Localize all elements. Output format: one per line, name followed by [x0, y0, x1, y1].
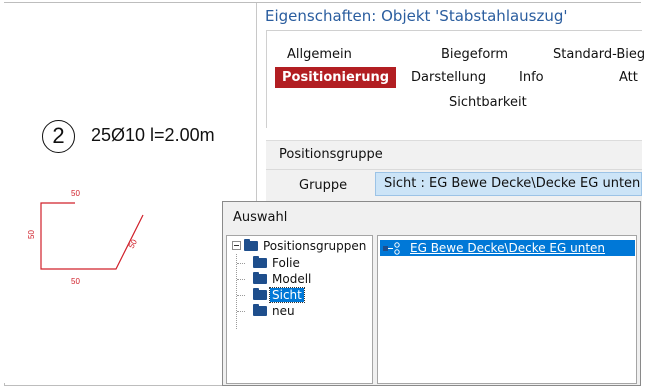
gruppe-label: Gruppe — [299, 178, 348, 193]
tree-connector — [237, 295, 245, 296]
tree-connector — [236, 254, 237, 329]
tab-allgemein[interactable]: Allgemein — [287, 47, 352, 62]
properties-title: Eigenschaften: Objekt 'Stabstahlauszug' — [265, 7, 568, 25]
cad-drawing-area[interactable]: 50 50 50 50 2 25Ø10 l=2.00m — [4, 3, 255, 383]
bar-shape-outline — [40, 202, 144, 270]
folder-icon — [253, 288, 267, 300]
dim-top: 50 — [71, 189, 80, 198]
tree-item-neu[interactable]: neu — [253, 303, 297, 319]
positionsgruppe-header: Positionsgruppe — [279, 147, 383, 162]
tree-item-sicht[interactable]: Sicht — [253, 287, 305, 303]
tab-info[interactable]: Info — [519, 70, 544, 85]
positionsgruppen-tree[interactable]: Positionsgruppen Folie Modell Sicht neu — [226, 235, 373, 384]
properties-dialog: Eigenschaften: Objekt 'Stabstahlauszug' … — [256, 3, 645, 210]
divider — [266, 169, 642, 170]
position-label[interactable]: 25Ø10 l=2.00m — [91, 125, 215, 146]
position-group-icon — [383, 242, 400, 255]
tree-connector — [237, 279, 245, 280]
tab-strip: Allgemein Biegeform Standard-Bieg Positi… — [266, 30, 645, 128]
folder-icon — [253, 272, 267, 284]
tab-positionierung[interactable]: Positionierung — [275, 67, 397, 88]
list-item-label: EG Bewe Decke\Decke EG unten — [410, 241, 606, 255]
tree-connector — [237, 263, 245, 264]
bar-shape-drawing: 50 50 50 50 — [27, 189, 144, 286]
collapse-toggle-icon[interactable] — [232, 241, 241, 250]
tree-item-positionsgruppen[interactable]: Positionsgruppen — [244, 238, 368, 254]
dim-diagonal: 50 — [127, 237, 139, 250]
folder-icon — [244, 239, 258, 251]
tab-sichtbarkeit[interactable]: Sichtbarkeit — [449, 95, 527, 110]
gruppe-value-field[interactable]: Sicht : EG Bewe Decke\Decke EG unten — [375, 172, 642, 196]
tree-connector — [237, 311, 245, 312]
tab-biegeform[interactable]: Biegeform — [441, 47, 508, 62]
tab-standard-biegeform[interactable]: Standard-Bieg — [553, 47, 645, 62]
position-number-circle[interactable]: 2 — [42, 120, 75, 153]
dim-left: 50 — [27, 230, 36, 239]
dim-bottom: 50 — [71, 277, 80, 286]
list-item[interactable]: EG Bewe Decke\Decke EG unten — [380, 240, 635, 256]
group-items-list[interactable]: EG Bewe Decke\Decke EG unten — [377, 235, 637, 384]
tree-item-modell[interactable]: Modell — [253, 271, 313, 287]
folder-icon — [253, 304, 267, 316]
auswahl-title: Auswahl — [233, 210, 288, 225]
auswahl-dialog: Auswahl Positionsgruppen Folie Modell Si… — [222, 201, 641, 386]
tree-item-folie[interactable]: Folie — [253, 255, 302, 271]
folder-icon — [253, 256, 267, 268]
tab-darstellung[interactable]: Darstellung — [411, 70, 486, 85]
tab-attribute[interactable]: Att — [619, 70, 638, 85]
